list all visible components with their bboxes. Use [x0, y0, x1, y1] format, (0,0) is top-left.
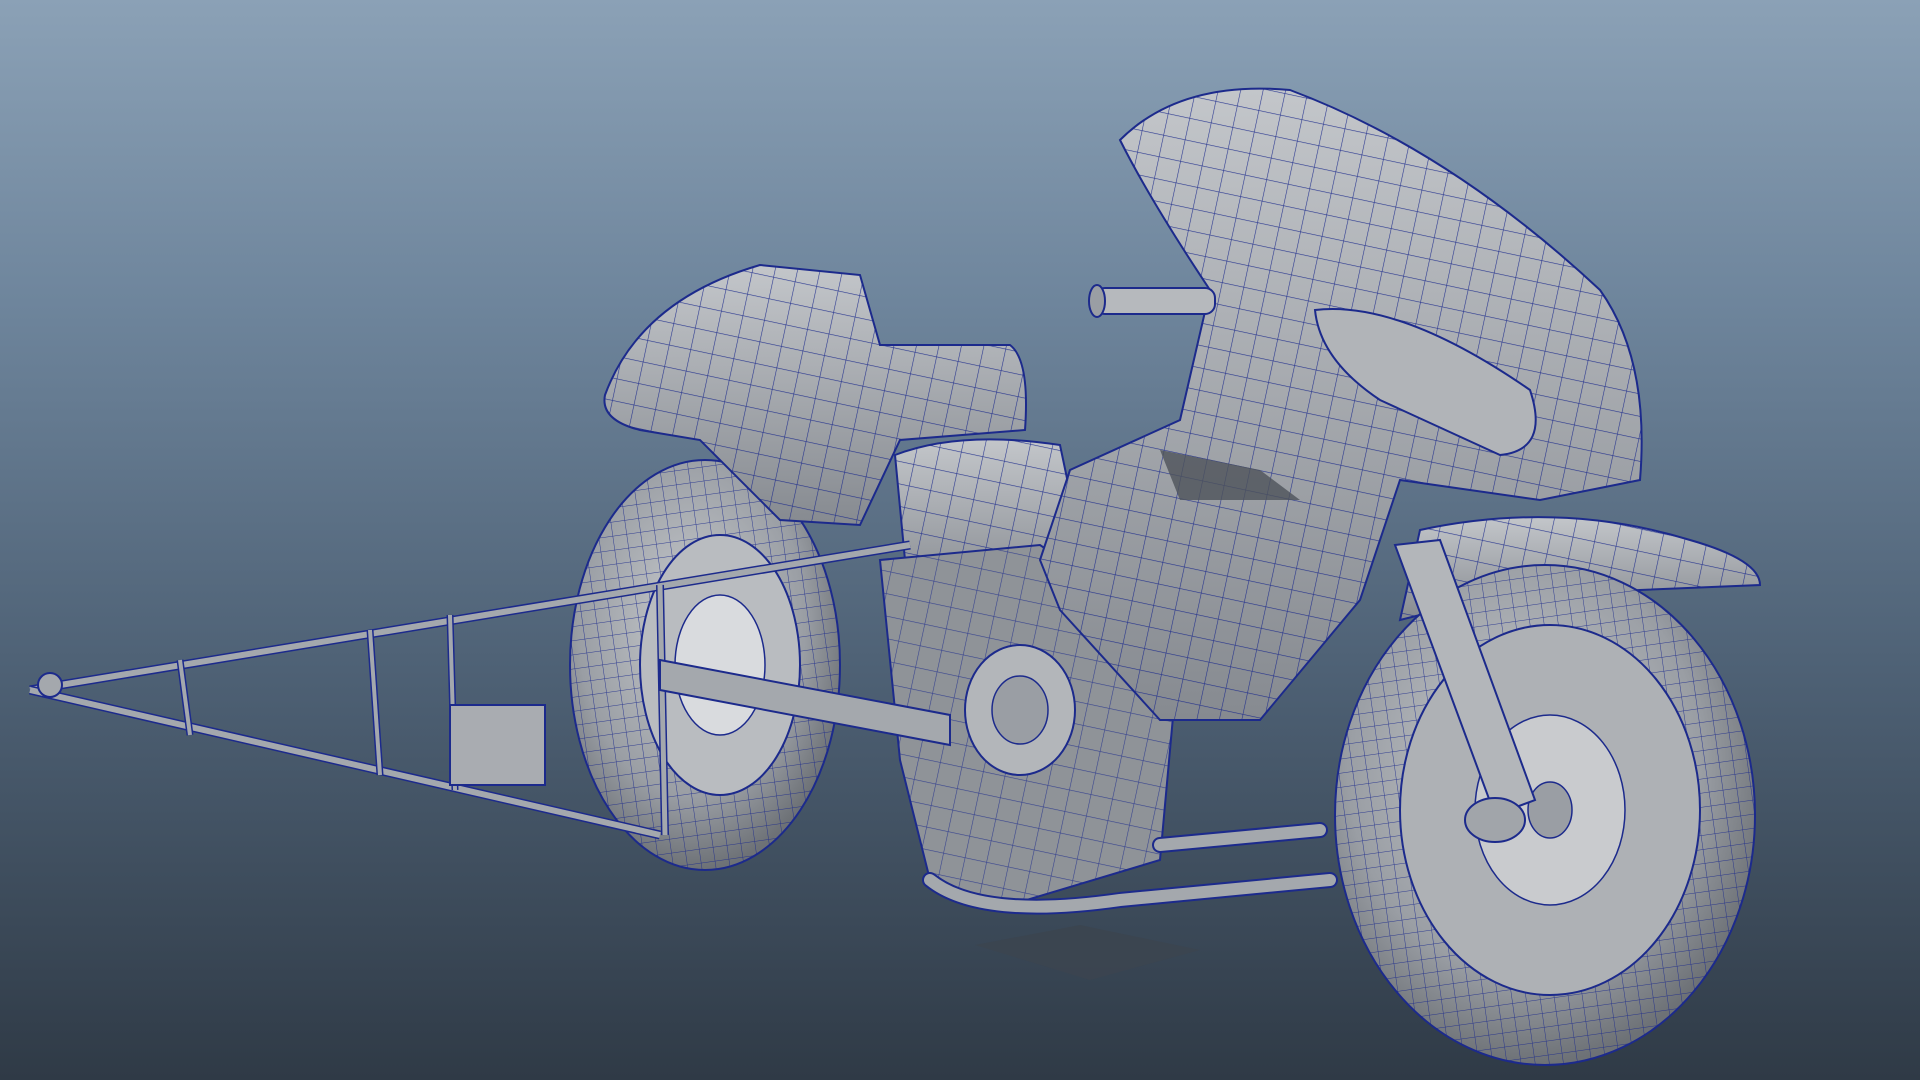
handlebar[interactable]: [1088, 284, 1216, 318]
3d-viewport[interactable]: [0, 0, 1920, 1080]
front-wheel[interactable]: [1334, 564, 1756, 1066]
motorcycle-model[interactable]: [0, 0, 1920, 1080]
ground-shadow: [975, 925, 1200, 980]
